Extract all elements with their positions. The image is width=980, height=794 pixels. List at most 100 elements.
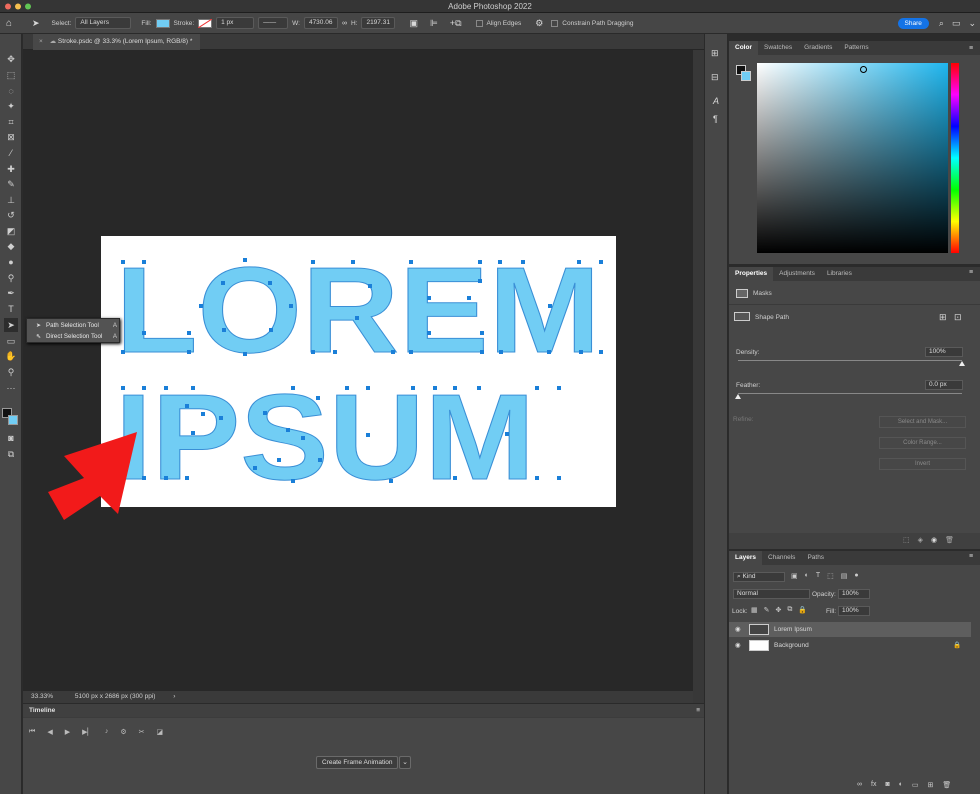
density-field[interactable]: 100%: [925, 347, 963, 357]
lorem-text[interactable]: LOREM: [115, 242, 601, 379]
path-arrangement-icon[interactable]: +⧉: [450, 18, 462, 29]
lock-all-icon[interactable]: 🔒: [798, 606, 807, 614]
lock-artboard-icon[interactable]: ⧉: [787, 606, 792, 614]
constrain-checkbox[interactable]: [551, 19, 559, 27]
feather-slider[interactable]: [738, 393, 962, 394]
tab-gradients[interactable]: Gradients: [798, 41, 838, 55]
kind-filter-dropdown[interactable]: ⌕ Kind: [733, 572, 785, 582]
visibility-eye-icon[interactable]: ◉: [735, 622, 741, 637]
filter-smart-icon[interactable]: ▤: [841, 572, 848, 580]
width-field[interactable]: 4730.06: [303, 17, 338, 29]
gear-icon[interactable]: ⚙: [535, 18, 543, 29]
marquee-tool-icon[interactable]: ⬚: [4, 68, 18, 82]
healing-brush-icon[interactable]: ✚: [4, 162, 18, 176]
first-frame-icon[interactable]: ⏮: [29, 728, 35, 736]
brush-tool-icon[interactable]: ✎: [4, 177, 18, 191]
path-selection-tool-button-icon[interactable]: ➤: [4, 318, 18, 332]
path-operations-icon[interactable]: ▣: [409, 18, 418, 29]
apply-icon[interactable]: ◈: [918, 536, 923, 544]
magic-wand-tool-icon[interactable]: ✦: [4, 99, 18, 113]
layer-row[interactable]: ◉ Lorem Ipsum: [729, 622, 971, 637]
tab-layers[interactable]: Layers: [729, 551, 762, 565]
link-layers-icon[interactable]: ∞: [857, 781, 862, 789]
path-alignment-icon[interactable]: ⊫: [430, 18, 438, 29]
stroke-type-dropdown[interactable]: ——: [258, 17, 289, 29]
screen-mode-icon[interactable]: ⧉: [4, 447, 18, 461]
load-selection-icon[interactable]: ⬚: [903, 536, 910, 544]
fill-swatch[interactable]: [155, 18, 170, 28]
create-frame-animation-button[interactable]: Create Frame Animation: [316, 756, 399, 769]
lock-position-icon[interactable]: ✥: [776, 606, 782, 614]
layer-row[interactable]: ◉ Background 🔒: [729, 638, 971, 653]
more-tools-icon[interactable]: ···: [4, 381, 18, 395]
rectangle-tool-icon[interactable]: ▭: [4, 334, 18, 348]
delete-icon[interactable]: 🗑: [945, 536, 954, 544]
move-tool-icon[interactable]: ✥: [4, 52, 18, 66]
fill-field[interactable]: 100%: [838, 606, 870, 616]
tab-channels[interactable]: Channels: [762, 551, 801, 565]
window-controls[interactable]: [0, 0, 40, 13]
select-and-mask-button[interactable]: Select and Mask...: [879, 416, 966, 428]
clone-stamp-icon[interactable]: ⊥: [4, 193, 18, 207]
visibility-eye-icon[interactable]: ◉: [735, 638, 741, 653]
color-field[interactable]: [757, 63, 948, 253]
density-slider[interactable]: [738, 360, 962, 361]
settings-icon[interactable]: ⚙: [120, 728, 126, 736]
close-icon[interactable]: ×: [39, 38, 43, 45]
character-icon[interactable]: A: [713, 96, 719, 106]
history-icon[interactable]: ⊞: [711, 48, 719, 59]
feather-slider-thumb[interactable]: [735, 394, 741, 399]
stroke-width-dropdown[interactable]: 1 px: [216, 17, 255, 29]
height-field[interactable]: 2197.31: [361, 17, 396, 29]
blend-mode-dropdown[interactable]: Normal: [733, 589, 810, 599]
color-picker-cursor[interactable]: [860, 66, 867, 73]
stroke-swatch[interactable]: [198, 18, 213, 28]
adjustment-layer-icon[interactable]: ◐: [899, 781, 903, 789]
panel-menu-icon[interactable]: ≡: [969, 553, 973, 560]
text-shape-layer[interactable]: LOREM IPSUM: [101, 236, 616, 507]
hue-slider[interactable]: [951, 63, 959, 253]
play-icon[interactable]: ▶: [65, 728, 70, 736]
background-color[interactable]: [8, 415, 18, 425]
color-range-button[interactable]: Color Range...: [879, 437, 966, 449]
workspace-icon[interactable]: ▭: [952, 18, 961, 29]
lock-pixels-icon[interactable]: ✎: [764, 606, 770, 614]
hand-tool-icon[interactable]: ✋: [4, 349, 18, 363]
home-icon[interactable]: ⌂: [6, 18, 20, 29]
dodge-tool-icon[interactable]: ⚲: [4, 271, 18, 285]
search-icon[interactable]: ⌕: [939, 18, 944, 29]
expand-icon[interactable]: ⌄: [968, 18, 976, 29]
type-tool-icon[interactable]: T: [4, 302, 18, 316]
ipsum-text[interactable]: IPSUM: [115, 369, 536, 506]
opacity-field[interactable]: 100%: [838, 589, 870, 599]
zoom-level[interactable]: 33.33%: [31, 693, 53, 700]
add-layer-mask-icon[interactable]: ◙: [885, 781, 889, 789]
panel-menu-icon[interactable]: ≡: [969, 269, 973, 276]
new-layer-icon[interactable]: ⊞: [928, 781, 934, 789]
delete-layer-icon[interactable]: 🗑: [942, 781, 951, 789]
tab-patterns[interactable]: Patterns: [838, 41, 874, 55]
density-slider-thumb[interactable]: [959, 361, 965, 366]
status-chevron-icon[interactable]: ›: [173, 693, 175, 700]
tab-swatches[interactable]: Swatches: [758, 41, 798, 55]
filter-adjustment-icon[interactable]: ◐: [805, 572, 809, 580]
color-background-swatch[interactable]: [741, 71, 751, 81]
select-dropdown[interactable]: All Layers: [75, 17, 132, 29]
document-tab[interactable]: × ☁ Stroke.psdc @ 33.3% (Lorem Ipsum, RG…: [33, 34, 201, 50]
tab-adjustments[interactable]: Adjustments: [773, 267, 821, 281]
panel-menu-icon[interactable]: ≡: [696, 704, 700, 718]
history-brush-icon[interactable]: ↺: [4, 208, 18, 222]
visibility-icon[interactable]: ◉: [931, 536, 937, 544]
lasso-tool-icon[interactable]: ◌: [4, 84, 18, 98]
paragraph-icon[interactable]: ¶: [713, 114, 718, 124]
filter-type-icon[interactable]: T: [816, 572, 820, 580]
tab-paths[interactable]: Paths: [801, 551, 830, 565]
frame-tool-icon[interactable]: ⊠: [4, 130, 18, 144]
flyout-direct-selection-tool[interactable]: ⇖ Direct Selection Tool A: [27, 331, 121, 343]
pen-tool-icon[interactable]: ✒: [4, 286, 18, 300]
adjust-icon[interactable]: ⊟: [711, 72, 719, 83]
blur-tool-icon[interactable]: ●: [4, 255, 18, 269]
panel-menu-icon[interactable]: ≡: [969, 45, 973, 52]
quick-mask-icon[interactable]: ◙: [4, 431, 18, 445]
tab-libraries[interactable]: Libraries: [821, 267, 858, 281]
